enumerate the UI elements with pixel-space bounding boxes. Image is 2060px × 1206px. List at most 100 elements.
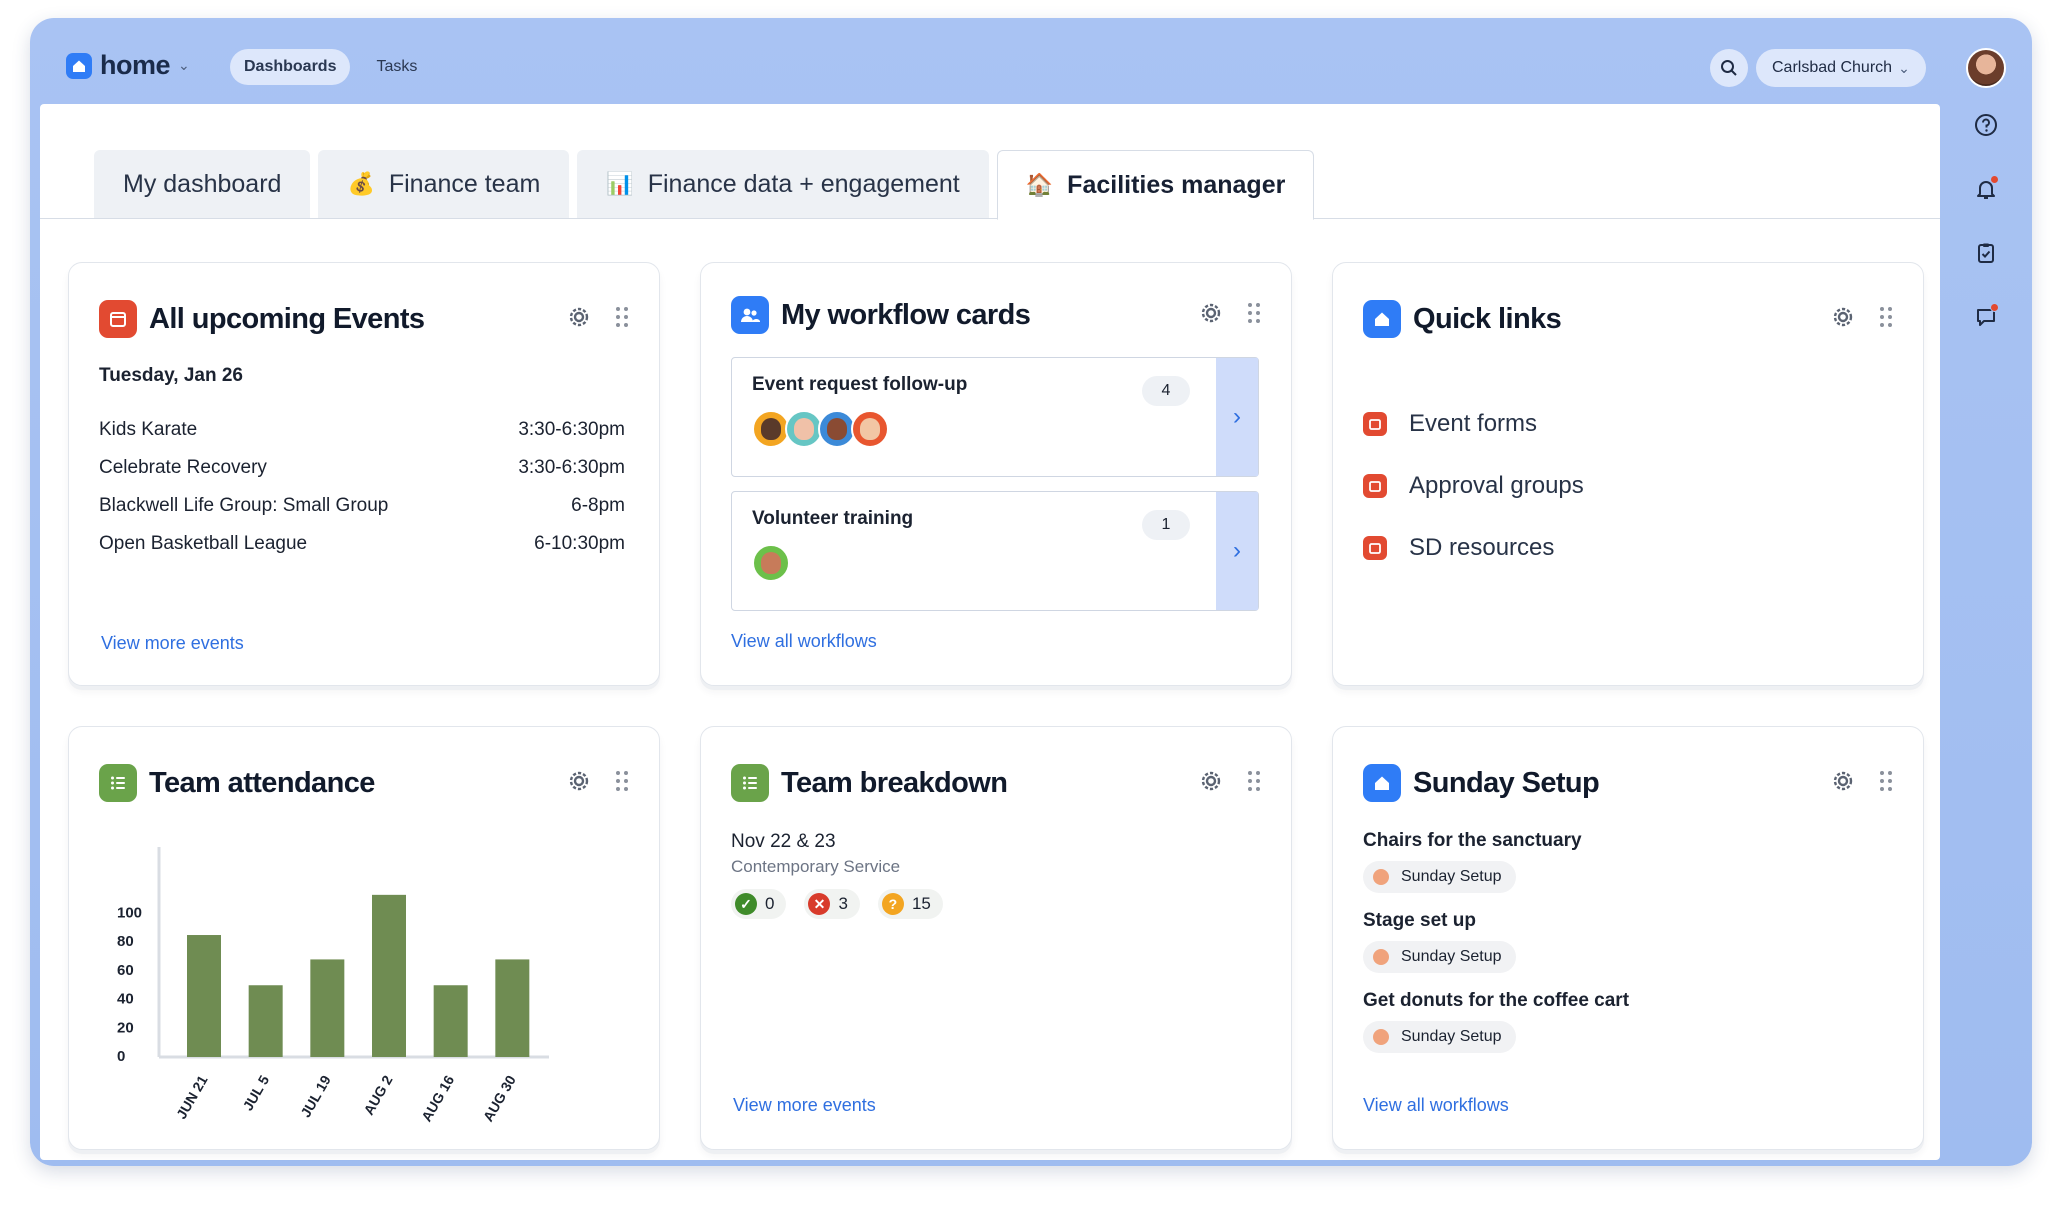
quick-link-approval-groups[interactable]: Approval groups xyxy=(1363,455,1584,517)
declined-badge[interactable]: ✕ 3 xyxy=(804,889,860,919)
card-title: Quick links xyxy=(1413,302,1562,335)
quick-links-list: Event forms Approval groups SD resources xyxy=(1363,393,1584,579)
card-header: Team breakdown xyxy=(731,761,1261,805)
home-app-switcher[interactable]: home ⌄ xyxy=(66,50,190,81)
card-header: Team attendance xyxy=(99,761,629,805)
card-title: Sunday Setup xyxy=(1413,766,1600,799)
card-title: Team breakdown xyxy=(781,766,1008,799)
card-header: Quick links xyxy=(1363,297,1893,341)
tab-my-dashboard[interactable]: My dashboard xyxy=(94,150,311,218)
tag-label: Sunday Setup xyxy=(1401,1028,1502,1045)
nav-dashboards[interactable]: Dashboards xyxy=(230,49,351,85)
avatar xyxy=(752,544,790,582)
list-item[interactable]: Chairs for the sanctuary Sunday Setup xyxy=(1363,827,1893,893)
y-tick-label: 40 xyxy=(117,991,134,1008)
list-item[interactable]: Stage set up Sunday Setup xyxy=(1363,907,1893,973)
events-card: All upcoming Events Tuesday, Jan 26 Kids… xyxy=(68,262,660,686)
y-tick-label: 60 xyxy=(117,962,134,979)
view-all-workflows-link[interactable]: View all workflows xyxy=(1363,1095,1509,1116)
help-button[interactable] xyxy=(1969,108,2003,142)
gear-icon[interactable] xyxy=(1197,299,1225,327)
quick-link-event-forms[interactable]: Event forms xyxy=(1363,393,1584,455)
top-nav: Dashboards Tasks xyxy=(230,49,431,85)
card-header: Sunday Setup xyxy=(1363,761,1893,805)
tab-label: My dashboard xyxy=(123,169,282,198)
unconfirmed-badge[interactable]: ? 15 xyxy=(877,889,943,919)
list-item[interactable]: Open Basketball League 6-10:30pm xyxy=(99,525,625,563)
tag-label: Sunday Setup xyxy=(1401,868,1502,885)
bar xyxy=(310,959,345,1057)
view-all-workflows-link[interactable]: View all workflows xyxy=(731,631,877,652)
home-icon xyxy=(1363,300,1401,338)
tab-finance-team[interactable]: 💰 Finance team xyxy=(318,150,570,218)
view-more-events-link[interactable]: View more events xyxy=(733,1095,876,1116)
tab-label: Finance data + engagement xyxy=(647,169,960,198)
workflow-tag[interactable]: Sunday Setup xyxy=(1363,861,1516,893)
bar xyxy=(495,959,530,1057)
drag-handle-icon[interactable] xyxy=(1879,769,1893,793)
gear-icon[interactable] xyxy=(565,303,593,331)
event-time: 3:30-6:30pm xyxy=(518,419,625,440)
list-item[interactable]: Blackwell Life Group: Small Group 6-8pm xyxy=(99,487,625,525)
status-dot xyxy=(1373,869,1389,885)
tab-facilities-manager[interactable]: 🏠 Facilities manager xyxy=(996,150,1315,220)
setup-task-list: Chairs for the sanctuary Sunday Setup St… xyxy=(1363,827,1893,1067)
y-tick-label: 20 xyxy=(117,1019,134,1036)
dashboard-canvas: My dashboard 💰 Finance team 📊 Finance da… xyxy=(40,104,1940,1160)
check-icon: ✓ xyxy=(735,893,757,915)
bar xyxy=(248,985,283,1057)
drag-handle-icon[interactable] xyxy=(1247,769,1261,793)
gear-icon[interactable] xyxy=(1197,767,1225,795)
workflow-tag[interactable]: Sunday Setup xyxy=(1363,1021,1516,1053)
card-tools xyxy=(565,303,629,331)
drag-handle-icon[interactable] xyxy=(615,305,629,329)
y-tick-label: 0 xyxy=(117,1048,125,1065)
attendance-bar-chart: 0 20 40 60 80 100 JUN 21 JUL 5 JUL 19 AUG 2 AUG 16… xyxy=(117,847,549,1124)
gear-icon[interactable] xyxy=(1829,303,1857,331)
notifications-button[interactable] xyxy=(1969,172,2003,206)
tab-finance-data[interactable]: 📊 Finance data + engagement xyxy=(577,150,989,218)
app-name: home xyxy=(100,50,171,80)
chevron-right-icon[interactable]: › xyxy=(1216,492,1258,610)
organization-switcher[interactable]: Carlsbad Church ⌄ xyxy=(1756,49,1926,87)
nav-tasks[interactable]: Tasks xyxy=(362,49,431,85)
tasks-button[interactable] xyxy=(1969,236,2003,270)
house-icon: 🏠 xyxy=(1025,172,1054,197)
view-more-events-link[interactable]: View more events xyxy=(101,633,244,654)
people-icon xyxy=(731,296,769,334)
drag-handle-icon[interactable] xyxy=(1879,305,1893,329)
gear-icon[interactable] xyxy=(565,767,593,795)
card-header: All upcoming Events xyxy=(99,297,629,341)
quick-link-sd-resources[interactable]: SD resources xyxy=(1363,517,1584,579)
list-item[interactable]: Get donuts for the coffee cart Sunday Se… xyxy=(1363,987,1893,1053)
organization-name: Carlsbad Church xyxy=(1772,59,1893,76)
workflow-item[interactable]: Volunteer training 1 › xyxy=(731,491,1259,611)
workflow-item[interactable]: Event request follow-up 4 › xyxy=(731,357,1259,477)
home-logo-icon xyxy=(66,52,92,79)
workflow-tag[interactable]: Sunday Setup xyxy=(1363,941,1516,973)
user-avatar[interactable] xyxy=(1966,48,2006,88)
workflow-card: My workflow cards Event request follow-u… xyxy=(700,262,1292,686)
chevron-right-icon[interactable]: › xyxy=(1216,358,1258,476)
card-tools xyxy=(1197,767,1261,795)
drag-handle-icon[interactable] xyxy=(1247,301,1261,325)
tag-label: Sunday Setup xyxy=(1401,948,1502,965)
search-button[interactable] xyxy=(1710,49,1748,87)
y-tick-label: 80 xyxy=(117,933,134,950)
status-dot xyxy=(1373,1029,1389,1045)
event-time: 6-8pm xyxy=(571,495,625,516)
drag-handle-icon[interactable] xyxy=(615,769,629,793)
workflow-title: Volunteer training xyxy=(752,508,914,529)
calendar-icon xyxy=(1363,412,1387,436)
calendar-icon xyxy=(1363,536,1387,560)
x-tick-label: AUG 30 xyxy=(480,1072,519,1124)
app-frame: home ⌄ Dashboards Tasks Carlsbad Church … xyxy=(30,18,2032,1166)
list-item[interactable]: Celebrate Recovery 3:30-6:30pm xyxy=(99,449,625,487)
gear-icon[interactable] xyxy=(1829,767,1857,795)
list-item[interactable]: Kids Karate 3:30-6:30pm xyxy=(99,411,625,449)
messages-button[interactable] xyxy=(1969,300,2003,334)
bar xyxy=(433,985,468,1057)
avatar xyxy=(851,410,889,448)
confirmed-badge[interactable]: ✓ 0 xyxy=(731,889,787,919)
list-icon xyxy=(99,764,137,802)
